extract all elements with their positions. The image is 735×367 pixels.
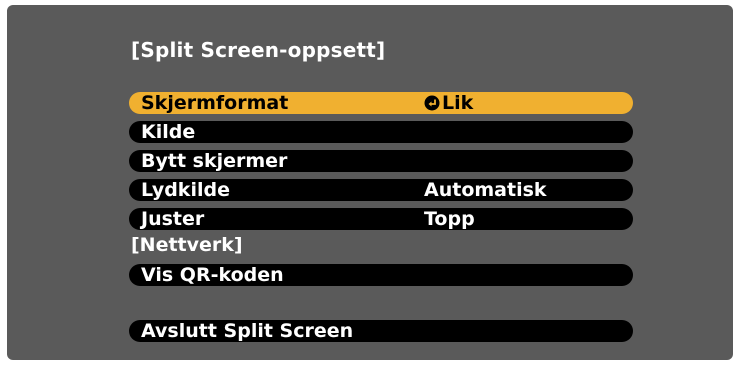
menu-item-label: Kilde [141, 121, 196, 143]
menu-item-value: Topp [424, 208, 475, 230]
menu-item-label: Bytt skjermer [141, 150, 288, 172]
section-header-nettverk: [Nettverk] [131, 234, 243, 256]
menu-item-bytt-skjermer[interactable]: Bytt skjermer [129, 150, 633, 172]
menu-item-label: Juster [141, 208, 205, 230]
enter-icon [424, 95, 440, 111]
menu-item-skjermformat[interactable]: Skjermformat Lik [129, 92, 633, 114]
exit-split-screen-button[interactable]: Avslutt Split Screen [129, 320, 633, 342]
menu-item-value: Lik [424, 92, 473, 114]
menu-item-label: Avslutt Split Screen [141, 320, 354, 342]
osd-title: [Split Screen-oppsett] [131, 38, 386, 62]
menu-item-juster[interactable]: Juster Topp [129, 208, 633, 230]
menu-item-label: Skjermformat [141, 92, 289, 114]
menu-item-label: Vis QR-koden [141, 264, 284, 286]
menu-item-label: Lydkilde [141, 179, 230, 201]
menu-item-value: Automatisk [424, 179, 547, 201]
menu-item-lydkilde[interactable]: Lydkilde Automatisk [129, 179, 633, 201]
menu-item-value-text: Lik [442, 92, 474, 114]
menu-item-kilde[interactable]: Kilde [129, 121, 633, 143]
menu-item-vis-qr-koden[interactable]: Vis QR-koden [129, 264, 633, 286]
